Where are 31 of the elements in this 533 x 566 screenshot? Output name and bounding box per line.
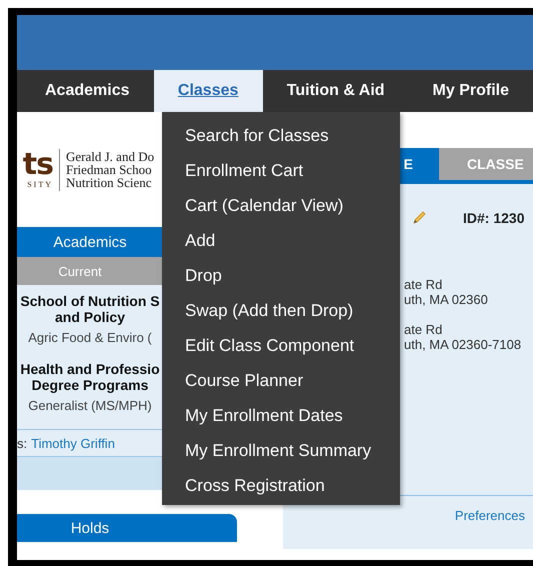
nav-tab[interactable]: Classes (154, 70, 263, 112)
id-number: ID#: 1230 (463, 210, 524, 226)
nav-tab[interactable]: Academics (21, 70, 154, 112)
menu-item[interactable]: Edit Class Component (162, 327, 400, 362)
panel-title: Academics (52, 234, 128, 250)
address-text: ate Rd uth, MA 02360 (404, 277, 488, 307)
panel-title: Holds (70, 520, 110, 536)
menu-item[interactable]: Drop (162, 257, 400, 292)
plan-text: Agric Food & Enviro ( (27, 330, 153, 345)
subheader-title: Current (57, 264, 103, 278)
menu-item[interactable]: Cross Registration (162, 467, 400, 502)
plan-text: Generalist (MS/MPH) (27, 398, 153, 413)
nav-tab[interactable]: Tuition & Aid (262, 70, 409, 112)
menu-item[interactable]: My Enrollment Dates (162, 397, 400, 432)
menu-item[interactable]: Cart (Calendar View) (162, 187, 400, 222)
menu-item[interactable]: Swap (Add then Drop) (162, 292, 400, 327)
university-logo: ts SITY (22, 150, 53, 189)
preferences-link[interactable]: Preferences (454, 508, 525, 523)
school-name: Gerald J. and Do Friedman Schoo Nutrition Scienc (66, 150, 154, 189)
address-text: ate Rd uth, MA 02360-7108 (404, 322, 522, 352)
pencil-icon[interactable] (411, 210, 427, 226)
menu-item[interactable]: Add (162, 222, 400, 257)
school-title: Health and Professio Degree Programs (19, 361, 161, 393)
menu-item[interactable]: Course Planner (162, 362, 400, 397)
advisor-link[interactable]: Timothy Griffin (31, 436, 115, 450)
menu-item[interactable]: Enrollment Cart (162, 152, 400, 187)
nav-tab[interactable]: My Profile (408, 70, 533, 112)
menu-item[interactable]: My Enrollment Summary (162, 432, 400, 467)
advisor-label: s: (17, 436, 28, 450)
school-title: School of Nutrition S and Policy (19, 293, 161, 325)
menu-item[interactable]: Search for Classes (162, 117, 400, 152)
